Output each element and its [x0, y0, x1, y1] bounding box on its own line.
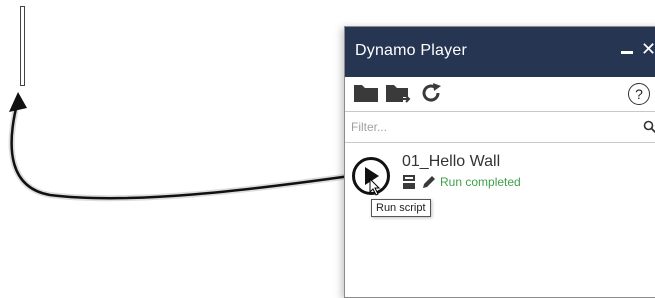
search-icon[interactable] [643, 120, 655, 139]
filter-bar [345, 112, 655, 143]
status-text: Run completed [440, 175, 521, 189]
close-button[interactable]: ✕ [641, 39, 655, 60]
help-button[interactable]: ? [628, 83, 650, 105]
title-bar: Dynamo Player ✕ [345, 27, 655, 77]
dynamo-player-panel: Dynamo Player ✕ ? [344, 26, 655, 298]
script-details-icon[interactable] [402, 174, 416, 195]
toolbar: ? [345, 77, 655, 112]
mouse-cursor-icon [369, 178, 381, 201]
refresh-icon[interactable] [419, 81, 443, 110]
minimize-button[interactable] [621, 51, 633, 54]
edit-icon[interactable] [421, 174, 435, 195]
folder-icon[interactable] [353, 81, 379, 108]
panel-title: Dynamo Player [355, 42, 467, 60]
folder-export-icon[interactable] [385, 81, 413, 110]
script-list-item: 01_Hello Wall Run completed Run script [345, 143, 655, 223]
filter-input[interactable] [351, 118, 631, 136]
script-name: 01_Hello Wall [402, 153, 500, 171]
run-script-tooltip: Run script [371, 199, 431, 217]
